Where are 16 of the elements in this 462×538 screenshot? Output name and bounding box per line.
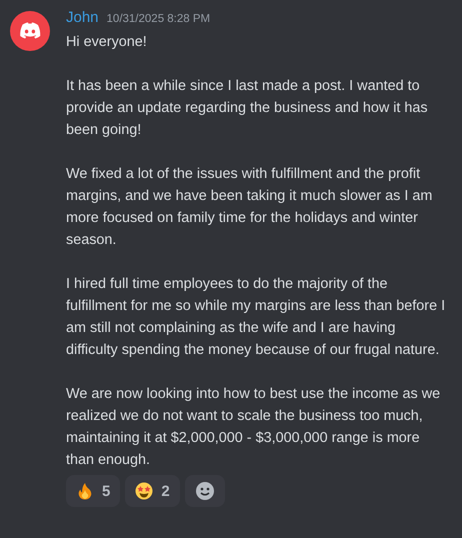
reaction-button[interactable]: 5 [66, 475, 120, 507]
message-paragraph: We are now looking into how to best use the income as we realized we do not want to scale the business too much, maintaining it at $2,000,000 - $3,000,000 range is more than enough. [66, 385, 442, 470]
smiley-icon [194, 481, 215, 501]
avatar-icon[interactable] [10, 11, 50, 51]
reaction-count: 5 [102, 482, 110, 500]
message-paragraph: I hired full time employees to do the majority of the fulfillment for me so while my margins are less than before I am still not complaining as the wife and I are having difficulty spending the money because of our frugal nature. [66, 275, 446, 360]
timestamp: 10/31/2025 8:28 PM [106, 13, 210, 25]
message-paragraph: We fixed a lot of the issues with fulfillment and the profit margins, and we have been taking it much slower as I am more focused on family time for the holidays and winter season. [66, 165, 434, 250]
reaction-button[interactable]: 2 [125, 475, 180, 507]
reaction-count: 2 [161, 482, 170, 500]
message-paragraph: Hi everyone! [66, 33, 148, 52]
fire-icon [76, 482, 94, 500]
add-reaction-button[interactable] [184, 475, 225, 507]
message-paragraph: It has been a while since I last made a post. I wanted to provide an update regarding the business and how it has been going! [66, 77, 429, 140]
star-eyes-face-icon [135, 482, 154, 500]
author-name[interactable]: John [66, 9, 99, 26]
